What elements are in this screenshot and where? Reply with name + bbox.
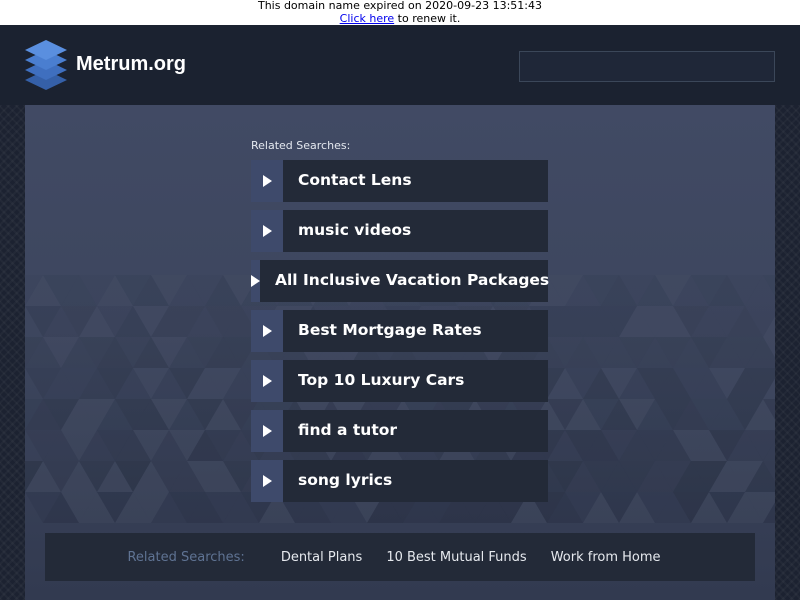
result-item[interactable]: song lyrics xyxy=(251,460,548,502)
site-name[interactable]: Metrum.org xyxy=(76,53,186,76)
arrow-box xyxy=(251,160,283,202)
main-panel: Related Searches: Contact Lens music vid… xyxy=(25,105,775,600)
result-item[interactable]: Best Mortgage Rates xyxy=(251,310,548,352)
result-label[interactable]: All Inclusive Vacation Packages xyxy=(260,260,549,302)
footer-link-dental-plans[interactable]: Dental Plans xyxy=(281,550,363,565)
footer-link-mutual-funds[interactable]: 10 Best Mutual Funds xyxy=(386,550,526,565)
footer-link-work-from-home[interactable]: Work from Home xyxy=(551,550,661,565)
related-searches-heading: Related Searches: xyxy=(251,139,351,152)
result-item[interactable]: All Inclusive Vacation Packages xyxy=(251,260,549,302)
result-label[interactable]: Best Mortgage Rates xyxy=(283,310,482,352)
expiry-notice: This domain name expired on 2020-09-23 1… xyxy=(0,0,800,25)
arrow-box xyxy=(251,260,260,302)
left-pattern-strip xyxy=(0,25,25,600)
search-input[interactable] xyxy=(519,51,775,82)
result-item[interactable]: Top 10 Luxury Cars xyxy=(251,360,548,402)
renew-suffix: to renew it. xyxy=(394,11,461,25)
play-arrow-icon xyxy=(262,225,272,237)
arrow-box xyxy=(251,310,283,352)
related-searches-list: Contact Lens music videos All Inclusive … xyxy=(251,160,549,510)
result-item[interactable]: Contact Lens xyxy=(251,160,548,202)
play-arrow-icon xyxy=(262,325,272,337)
renew-line: Click here to renew it. xyxy=(0,11,800,26)
stacked-layers-icon[interactable] xyxy=(24,40,68,90)
footer-title: Related Searches: xyxy=(127,549,245,565)
right-pattern-strip xyxy=(775,25,800,600)
result-item[interactable]: music videos xyxy=(251,210,548,252)
site-header: Metrum.org xyxy=(0,25,800,105)
footer-related-searches: Related Searches: Dental Plans 10 Best M… xyxy=(45,533,755,581)
arrow-box xyxy=(251,210,283,252)
result-label[interactable]: Top 10 Luxury Cars xyxy=(283,360,464,402)
play-arrow-icon xyxy=(262,475,272,487)
play-arrow-icon xyxy=(262,175,272,187)
result-label[interactable]: music videos xyxy=(283,210,411,252)
play-arrow-icon xyxy=(251,275,260,287)
arrow-box xyxy=(251,360,283,402)
arrow-box xyxy=(251,460,283,502)
result-label[interactable]: find a tutor xyxy=(283,410,397,452)
result-label[interactable]: Contact Lens xyxy=(283,160,412,202)
result-label[interactable]: song lyrics xyxy=(283,460,392,502)
arrow-box xyxy=(251,410,283,452)
renew-link[interactable]: Click here xyxy=(340,12,395,25)
play-arrow-icon xyxy=(262,375,272,387)
play-arrow-icon xyxy=(262,425,272,437)
result-item[interactable]: find a tutor xyxy=(251,410,548,452)
